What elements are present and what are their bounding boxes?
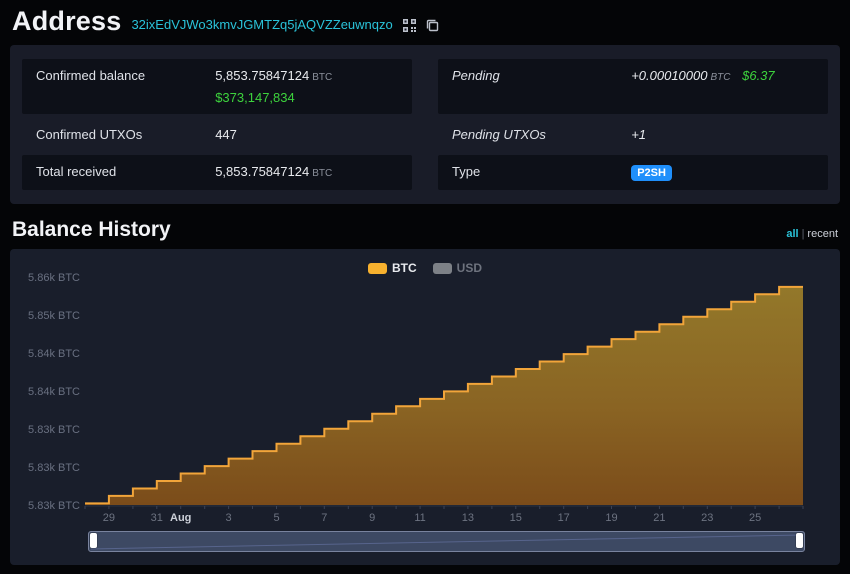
page: Address 32ixEdVJWo3kmvJGMTZq5jAQVZZeuwnq… — [0, 0, 850, 565]
svg-text:21: 21 — [653, 512, 665, 524]
slider-handle-left[interactable] — [90, 533, 97, 548]
stat-label: Confirmed balance — [36, 68, 146, 83]
balance-history-title: Balance History — [12, 218, 171, 241]
svg-text:5.85k BTC: 5.85k BTC — [28, 310, 80, 322]
stat-row-confirmed-balance: Confirmed balance 5,853.75847124 BTC $373… — [22, 59, 412, 114]
stat-value: P2SH — [631, 164, 814, 181]
svg-text:5.83k BTC: 5.83k BTC — [28, 462, 80, 474]
balance-history-chart[interactable]: 5.86k BTC5.85k BTC5.84k BTC5.84k BTC5.83… — [10, 251, 840, 529]
svg-text:31: 31 — [151, 512, 163, 524]
svg-text:3: 3 — [226, 512, 232, 524]
btc-unit: BTC — [710, 72, 731, 83]
range-link-recent[interactable]: recent — [807, 228, 838, 240]
svg-text:29: 29 — [103, 512, 115, 524]
links-separator: | — [801, 228, 805, 240]
slider-data-shadow — [90, 534, 803, 550]
balance-history-panel: BTC USD 5.86k BTC 5.85k BTC 5.84k BTC 5.84k … — [10, 249, 840, 565]
slider-handle-right[interactable] — [796, 533, 803, 548]
chart-legend: BTC USD — [10, 261, 840, 275]
qr-code-icon[interactable] — [402, 18, 416, 32]
address-link[interactable]: 32ixEdVJWo3kmvJGMTZq5jAQVZZeuwnqzo — [131, 17, 392, 32]
stat-row-confirmed-utxos: Confirmed UTXOs 447 — [22, 118, 412, 151]
copy-icon[interactable] — [426, 19, 439, 32]
stat-row-pending: Pending +0.00010000 BTC $6.37 — [438, 59, 828, 114]
range-links: all | recent — [786, 229, 838, 242]
stat-label: Confirmed UTXOs — [36, 127, 143, 142]
stat-value: 5,853.75847124 BTC $373,147,834 — [215, 68, 398, 105]
svg-text:17: 17 — [558, 512, 570, 524]
svg-text:23: 23 — [701, 512, 713, 524]
address-type-badge: P2SH — [631, 165, 672, 181]
legend-swatch-usd — [432, 262, 452, 274]
address-stats-panel: Confirmed balance 5,853.75847124 BTC $373… — [10, 45, 840, 204]
stat-value: 5,853.75847124 BTC — [215, 164, 333, 179]
svg-text:5: 5 — [273, 512, 279, 524]
balance-history-header: Balance History all | recent — [12, 218, 838, 242]
usd-value: $373,147,834 — [215, 90, 295, 105]
stat-value: +1 — [631, 127, 647, 142]
svg-text:5.84k BTC: 5.84k BTC — [28, 348, 80, 360]
svg-text:7: 7 — [321, 512, 327, 524]
svg-text:5.83k BTC: 5.83k BTC — [28, 500, 80, 512]
svg-text:11: 11 — [414, 512, 425, 524]
stat-value: +0.00010000 BTC $6.37 — [631, 68, 775, 83]
stat-label: Pending UTXOs — [452, 127, 546, 142]
legend-label: BTC — [391, 261, 417, 275]
btc-unit: BTC — [312, 168, 333, 179]
stat-row-pending-utxos: Pending UTXOs +1 — [438, 118, 828, 151]
btc-unit: BTC — [312, 72, 333, 83]
usd-value: $6.37 — [742, 68, 775, 83]
svg-text:15: 15 — [510, 512, 522, 524]
range-link-all[interactable]: all — [786, 228, 798, 240]
svg-text:5.84k BTC: 5.84k BTC — [28, 386, 80, 398]
svg-text:19: 19 — [605, 512, 617, 524]
svg-text:13: 13 — [462, 512, 474, 524]
chart-zoom-slider[interactable] — [88, 531, 805, 552]
stat-value: 447 — [215, 127, 237, 142]
svg-text:9: 9 — [369, 512, 375, 524]
svg-text:5.83k BTC: 5.83k BTC — [28, 424, 80, 436]
legend-item-btc[interactable]: BTC — [367, 261, 417, 275]
stat-row-type: Type P2SH — [438, 155, 828, 190]
legend-item-usd[interactable]: USD — [432, 261, 482, 275]
stat-label: Type — [452, 164, 481, 179]
stat-row-total-received: Total received 5,853.75847124 BTC — [22, 155, 412, 190]
svg-text:25: 25 — [749, 512, 761, 524]
stat-label: Pending — [452, 68, 500, 83]
page-title: Address — [12, 6, 122, 36]
svg-text:Aug: Aug — [170, 512, 191, 524]
stat-label: Total received — [36, 164, 117, 179]
legend-label: USD — [456, 261, 482, 275]
legend-swatch-btc — [367, 262, 387, 274]
address-header: Address 32ixEdVJWo3kmvJGMTZq5jAQVZZeuwnq… — [12, 6, 838, 37]
